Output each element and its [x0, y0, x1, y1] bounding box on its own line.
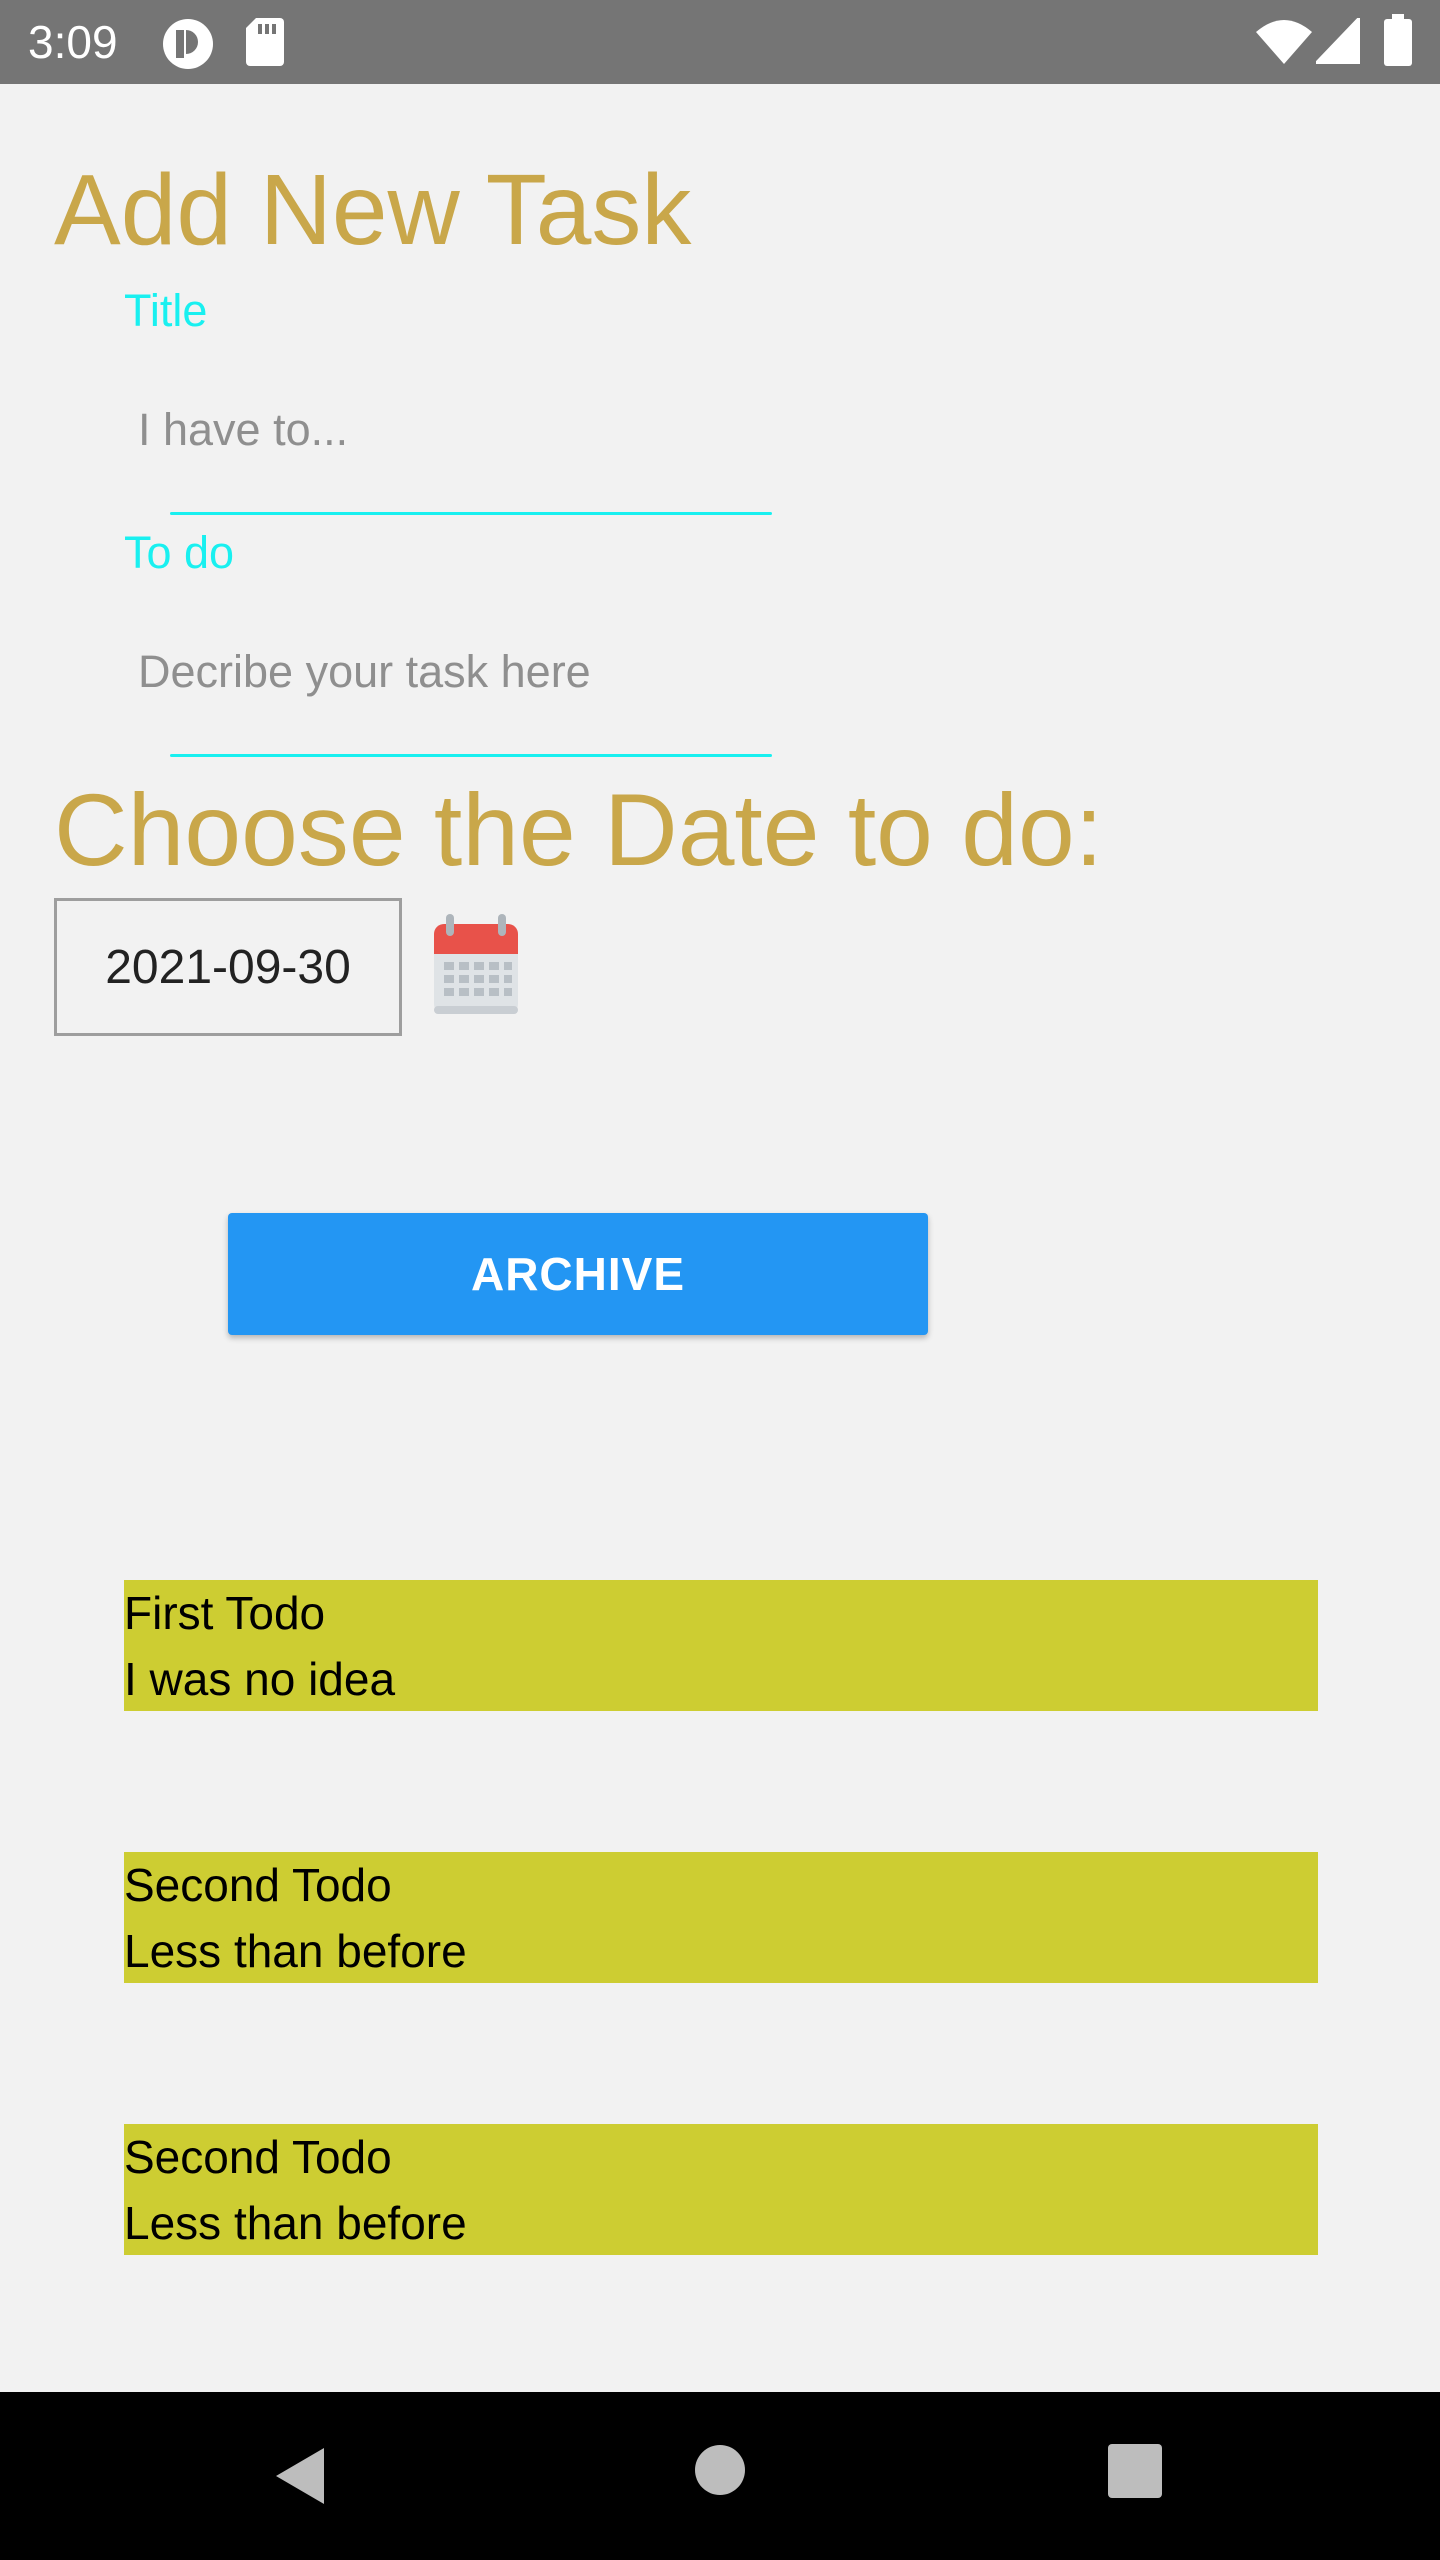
- calendar-icon[interactable]: [432, 914, 520, 1018]
- cell-signal-icon: [1316, 18, 1360, 64]
- title-field-label: Title: [124, 285, 208, 336]
- todo-input-underline: [170, 754, 772, 757]
- battery-icon: [1384, 14, 1412, 66]
- todo-item-description: I was no idea: [124, 1653, 396, 1705]
- todo-item-title: Second Todo: [124, 2131, 392, 2183]
- todo-item-title: First Todo: [124, 1587, 326, 1639]
- wifi-icon: [1256, 20, 1312, 64]
- todo-item-title: Second Todo: [124, 1859, 392, 1911]
- todo-item[interactable]: Second Todo Less than before: [124, 2124, 1318, 2255]
- app-notification-icon: [163, 19, 213, 69]
- home-icon[interactable]: [694, 2444, 746, 2496]
- date-heading: Choose the Date to do:: [54, 773, 1104, 887]
- todo-item-description: Less than before: [124, 1925, 467, 1977]
- todo-input[interactable]: [124, 627, 784, 717]
- todo-item[interactable]: Second Todo Less than before: [124, 1852, 1318, 1983]
- recents-icon[interactable]: [1108, 2444, 1162, 2498]
- back-icon[interactable]: [270, 2444, 334, 2508]
- todo-item-description: Less than before: [124, 2197, 467, 2249]
- sd-card-icon: [246, 18, 284, 66]
- status-time: 3:09: [28, 16, 118, 68]
- date-field[interactable]: 2021-09-30: [54, 898, 402, 1036]
- title-input-underline: [170, 512, 772, 515]
- todo-field-label: To do: [124, 527, 235, 578]
- navigation-bar: [0, 2392, 1440, 2560]
- status-bar: 3:09: [0, 0, 1440, 84]
- page-title: Add New Task: [54, 154, 692, 266]
- title-input[interactable]: [124, 385, 784, 475]
- archive-button[interactable]: ARCHIVE: [228, 1213, 928, 1335]
- todo-item[interactable]: First Todo I was no idea: [124, 1580, 1318, 1711]
